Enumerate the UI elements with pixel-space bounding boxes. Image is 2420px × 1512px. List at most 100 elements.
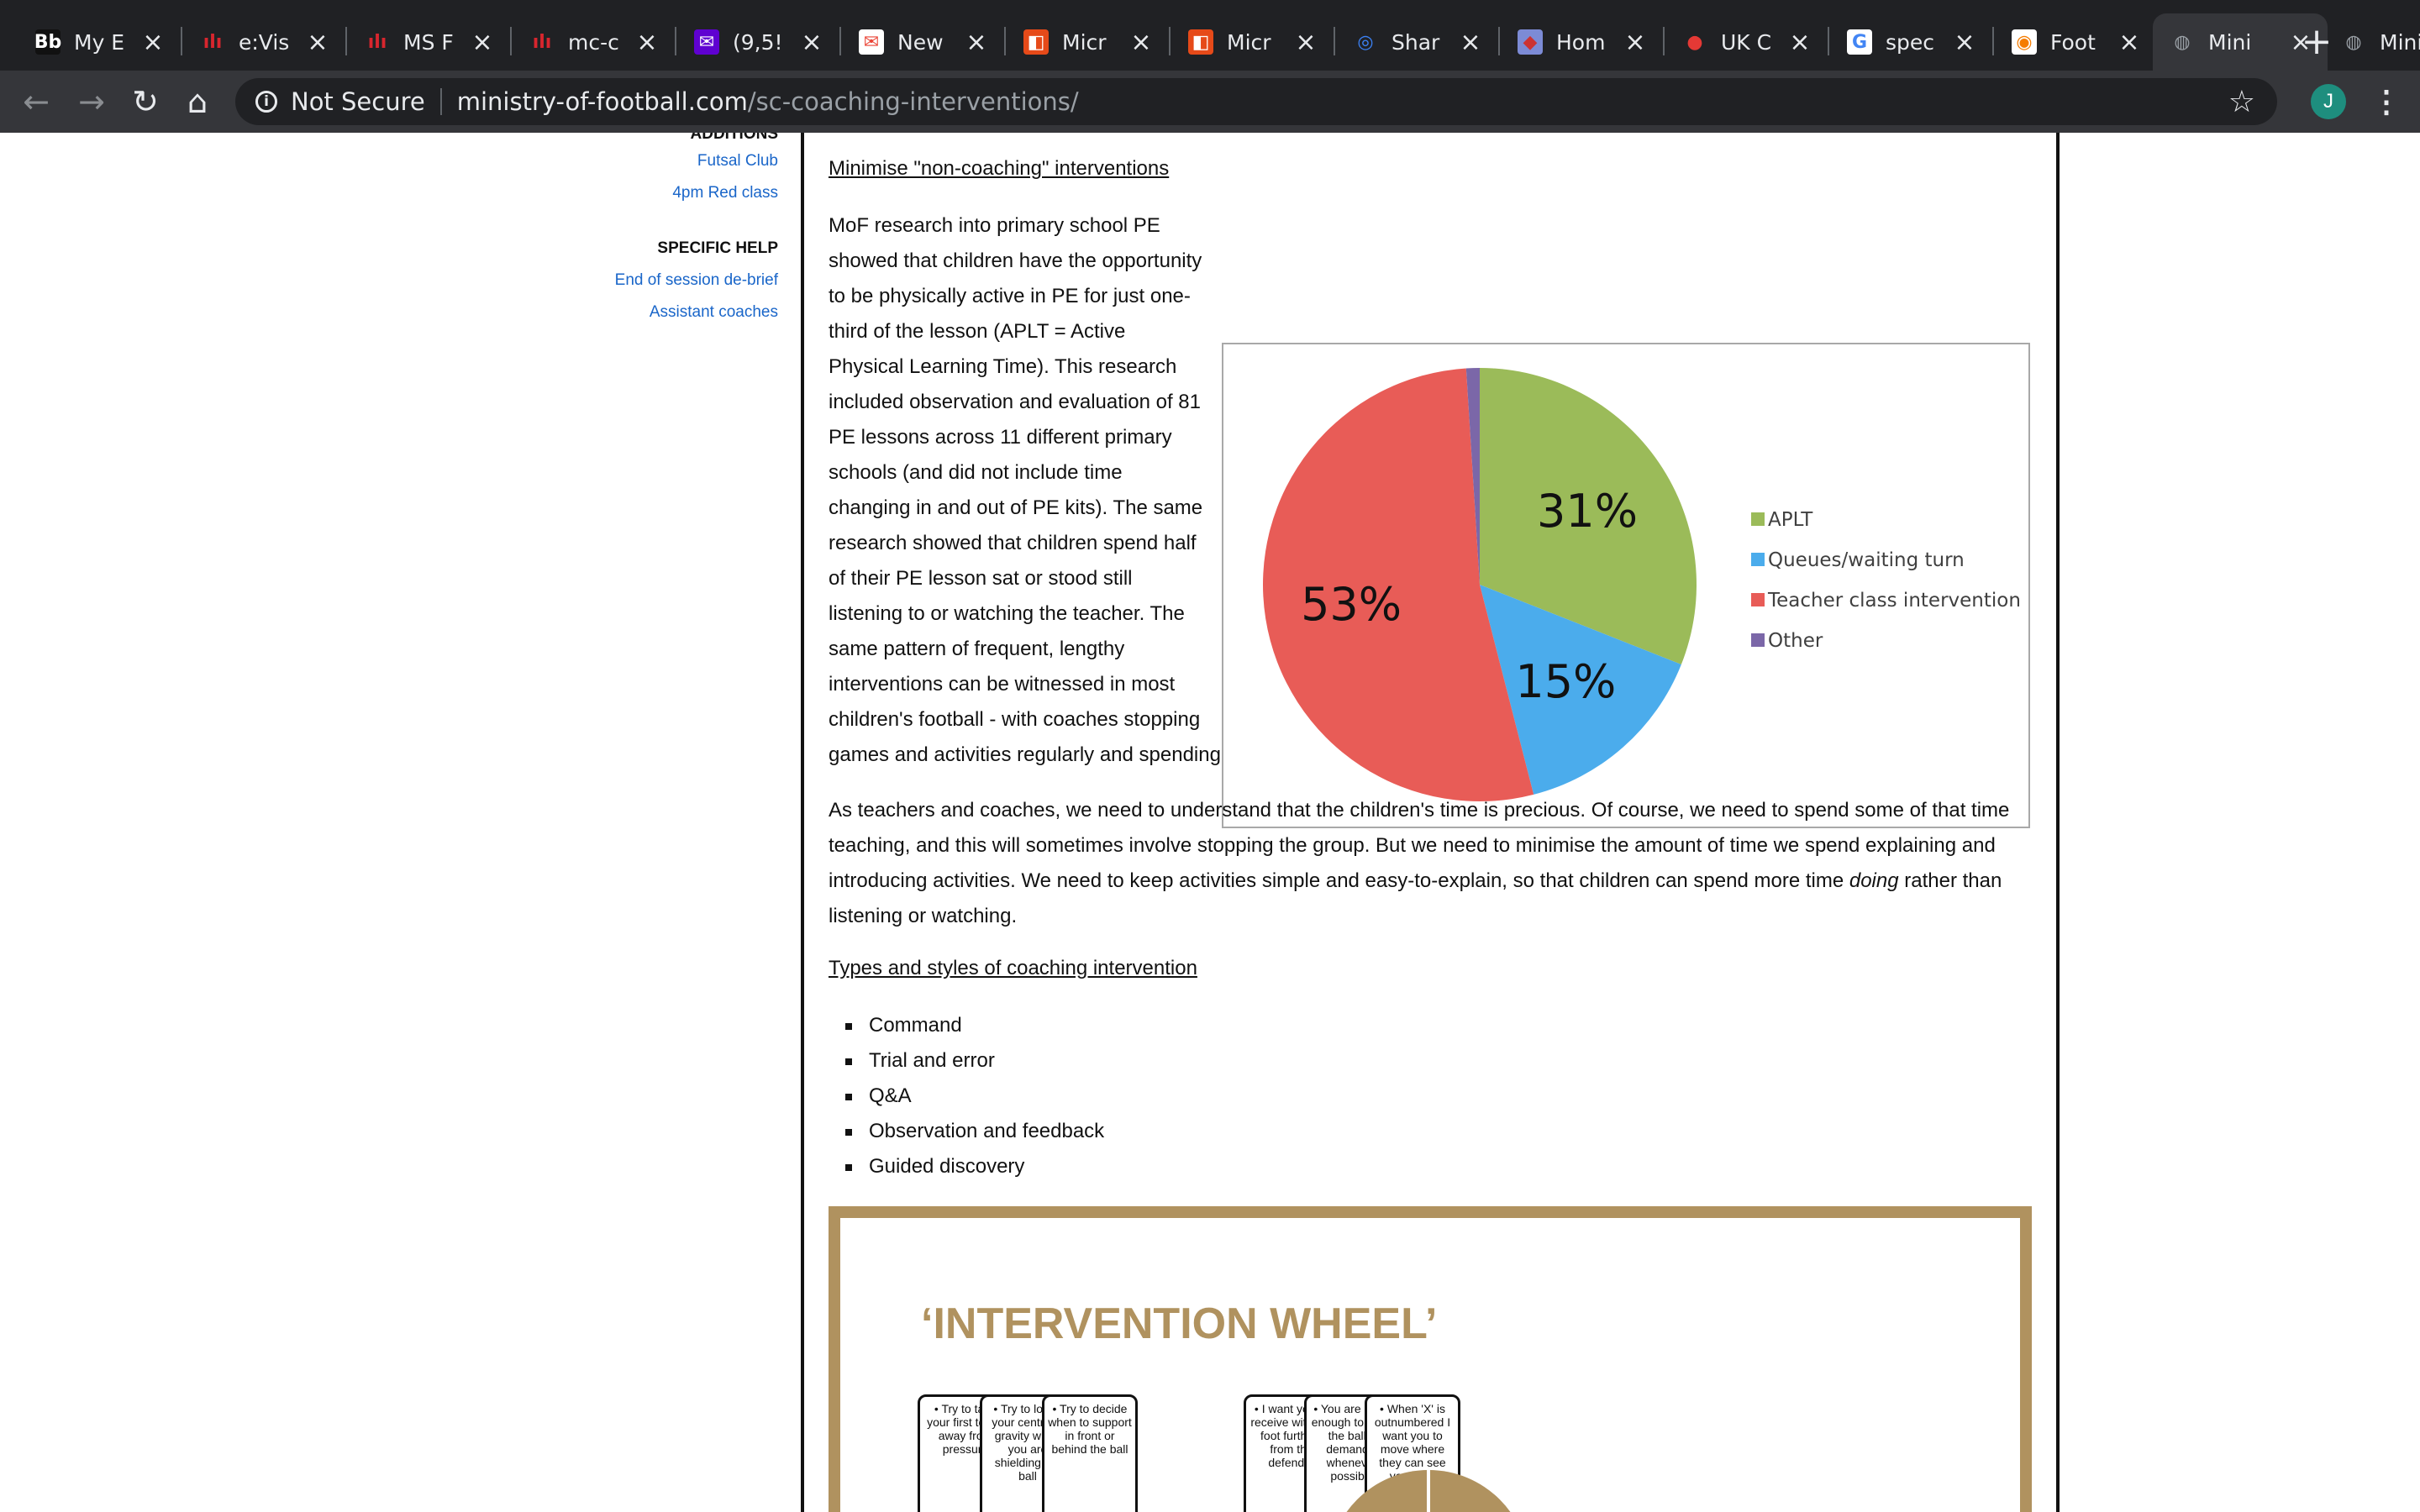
emphasis-doing: doing — [1849, 869, 1899, 892]
omnibox-divider — [439, 88, 442, 115]
sidebar-link-debrief[interactable]: End of session de-brief — [615, 270, 778, 291]
close-icon[interactable]: × — [306, 28, 329, 57]
browser-tab[interactable]: Gspec × — [1830, 13, 1991, 71]
section-heading-text: Minimise "non-coaching" interventions — [829, 157, 1170, 180]
sidebar-nav: ADDITIONS Futsal Club 4pm Red class SPEC… — [615, 133, 778, 323]
evision-icon: ılı — [203, 31, 223, 53]
browser-tab[interactable]: ılı e:Vis × — [183, 13, 345, 71]
new-tab-button[interactable]: + — [2298, 24, 2335, 60]
teachers-paragraph: As teachers and coaches, we need to unde… — [829, 793, 2022, 934]
browser-tab[interactable]: ◎ Shar × — [1336, 13, 1497, 71]
paragraph-line: interventions can be witnessed in most — [829, 673, 1176, 696]
browser-tab[interactable]: ◍Mini× — [2324, 13, 2420, 71]
browser-tab[interactable]: ◧ Micr × — [1171, 13, 1333, 71]
tab-title: My E — [74, 29, 125, 55]
browser-tab[interactable]: ılı mc-c × — [513, 13, 674, 71]
browser-tab[interactable]: ◧ Micr × — [1007, 13, 1168, 71]
close-icon[interactable]: × — [1129, 28, 1153, 57]
browser-tab[interactable]: ✉ (9,5! × — [677, 13, 839, 71]
close-icon[interactable]: × — [1623, 28, 1647, 57]
tab-title: Micr — [1227, 29, 1271, 55]
paragraph-line: schools (and did not include time — [829, 461, 1123, 484]
tab-title: Mini — [2208, 29, 2252, 55]
intervention-types-list: Command Trial and error Q&A Observation and… — [844, 1008, 1104, 1184]
browser-tab[interactable]: Bb My E × — [18, 13, 180, 71]
home-site-icon: ◆ — [1518, 29, 1543, 55]
section-heading-types: Types and styles of coaching interventio… — [829, 951, 2022, 986]
list-item: Q&A — [844, 1079, 1104, 1114]
legend-label: Other — [1768, 630, 1823, 652]
close-icon[interactable]: × — [1294, 28, 1318, 57]
paragraph-line: showed that children have the opportunit… — [829, 249, 1202, 272]
browser-tab[interactable]: ✉ New × — [842, 13, 1003, 71]
tab-title: mc-c — [568, 29, 619, 55]
tab-title: e:Vis — [239, 29, 290, 55]
lifebuoy-icon: ◉ — [2012, 29, 2037, 55]
reload-button[interactable]: ↻ — [126, 82, 165, 121]
gmail-icon: ✉ — [859, 29, 884, 55]
research-paragraph: MoF research into primary school PE showe… — [829, 208, 1215, 738]
paragraph-line: children's football - with coaches stopp… — [829, 708, 1201, 731]
section-heading-text: Types and styles of coaching interventio… — [829, 957, 1197, 979]
legend-label: Teacher class intervention — [1767, 590, 2021, 612]
forward-button[interactable]: → — [72, 82, 111, 121]
tab-title: MS F — [403, 29, 454, 55]
intervention-wheel-image: ‘INTERVENTION WHEEL’ • Try to take your … — [829, 1206, 2032, 1512]
browser-tab[interactable]: ● UK C × — [1665, 13, 1827, 71]
back-button[interactable]: ← — [17, 82, 55, 121]
close-icon[interactable]: × — [471, 28, 494, 57]
bookmark-star-icon[interactable]: ☆ — [2228, 85, 2255, 119]
paragraph-line: third of the lesson (APLT = Active — [829, 320, 1126, 343]
office-icon: ◧ — [1023, 29, 1049, 55]
legend-swatch — [1751, 553, 1765, 566]
pie-data-label: 53% — [1301, 578, 1402, 631]
paragraph-line: same pattern of frequent, lengthy — [829, 638, 1125, 660]
tab-separator — [181, 27, 182, 55]
close-icon[interactable]: × — [1788, 28, 1812, 57]
wheel-card-text: • Try to decide when to support in front… — [1048, 1402, 1132, 1456]
profile-avatar[interactable]: J — [2311, 84, 2346, 119]
menu-kebab-icon[interactable]: ⋮ — [2371, 81, 2402, 123]
tab-separator — [1004, 27, 1006, 55]
browser-tab[interactable]: ılı MS F × — [348, 13, 509, 71]
tab-title: Mini — [2380, 29, 2420, 55]
yahoo-mail-icon: ✉ — [694, 29, 719, 55]
sharing-icon: ◎ — [1357, 31, 1374, 53]
tab-strip: Bb My E × ılı e:Vis × ılı MS F × ılı mc-c × ✉ (9,5! × ✉… — [0, 0, 2420, 71]
close-icon[interactable]: × — [635, 28, 659, 57]
office-icon: ◧ — [1188, 29, 1213, 55]
sidebar-link-futsal-club[interactable]: Futsal Club — [615, 151, 778, 171]
evision-icon: ılı — [532, 31, 552, 53]
globe-icon: ◍ — [2174, 31, 2191, 53]
close-icon[interactable]: × — [2118, 28, 2141, 57]
sidebar-link-assistant-coaches[interactable]: Assistant coaches — [615, 302, 778, 323]
browser-tab[interactable]: ◉ Foot × — [1995, 13, 2156, 71]
url-host: ministry-of-football.com — [456, 87, 748, 116]
close-icon[interactable]: × — [1953, 28, 1976, 57]
info-icon[interactable]: i — [255, 91, 277, 113]
teachers-paragraph-text: As teachers and coaches, we need to unde… — [829, 799, 2010, 892]
paragraph-line: included observation and evaluation of 8… — [829, 391, 1201, 413]
address-bar[interactable]: i Not Secure ministry-of-football.com/sc… — [235, 78, 2277, 125]
uk-site-icon: ● — [1686, 31, 1703, 53]
paragraph-line: of their PE lesson sat or stood still — [829, 567, 1133, 590]
tab-title: Foot — [2050, 29, 2096, 55]
sidebar-link-4pm-red-class[interactable]: 4pm Red class — [615, 183, 778, 203]
browser-tab[interactable]: ◆ Hom × — [1501, 13, 1662, 71]
close-icon[interactable]: × — [141, 28, 165, 57]
close-icon[interactable]: × — [800, 28, 823, 57]
evision-icon: ılı — [367, 31, 387, 53]
tab-title: UK C — [1721, 29, 1772, 55]
paragraph-line: research showed that children spend half — [829, 532, 1197, 554]
home-button[interactable]: ⌂ — [178, 82, 217, 121]
paragraph-line: listening to or watching the teacher. Th… — [829, 602, 1185, 625]
blackboard-icon: Bb — [34, 29, 61, 55]
tab-separator — [510, 27, 512, 55]
tab-separator — [1498, 27, 1500, 55]
paragraph-line: changing in and out of PE kits). The sam… — [829, 496, 1203, 519]
close-icon[interactable]: × — [1459, 28, 1482, 57]
globe-icon: ◍ — [2345, 31, 2362, 53]
legend-label: Queues/waiting turn — [1768, 549, 1965, 571]
tab-title: Hom — [1556, 29, 1606, 55]
close-icon[interactable]: × — [965, 28, 988, 57]
